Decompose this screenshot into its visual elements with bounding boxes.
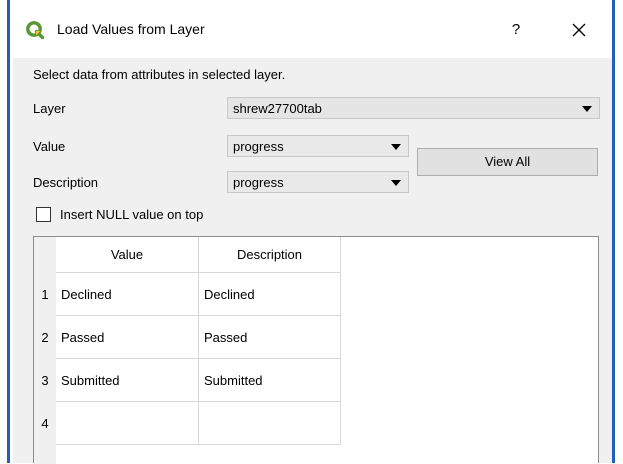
row-number[interactable]: 4 (34, 402, 56, 445)
instruction-text: Select data from attributes in selected … (33, 67, 286, 82)
window-frame-left (0, 0, 10, 463)
qgis-logo-icon (25, 20, 45, 40)
window-title: Load Values from Layer (57, 21, 205, 37)
row-number[interactable]: 2 (34, 316, 56, 359)
window-frame-right (612, 0, 623, 463)
load-values-dialog: Load Values from Layer ? Select data fro… (13, 0, 612, 464)
column-header-description[interactable]: Description (199, 237, 341, 273)
row-number[interactable]: 3 (34, 359, 56, 402)
view-all-button[interactable]: View All (417, 148, 598, 176)
description-cell[interactable] (199, 402, 341, 445)
insert-null-checkbox[interactable] (36, 207, 51, 222)
column-header-value[interactable]: Value (56, 237, 199, 273)
description-selected-value: progress (233, 175, 284, 190)
value-selected-value: progress (233, 139, 284, 154)
value-cell[interactable]: Submitted (56, 359, 199, 402)
row-number[interactable]: 1 (34, 273, 56, 316)
help-button[interactable]: ? (501, 17, 531, 43)
value-cell[interactable]: Declined (56, 273, 199, 316)
table-corner (34, 237, 56, 273)
layer-combobox[interactable]: shrew27700tab (227, 97, 600, 119)
layer-label: Layer (33, 101, 66, 116)
description-cell[interactable]: Submitted (199, 359, 341, 402)
description-cell[interactable]: Passed (199, 316, 341, 359)
values-table: Value Description 1 Declined Declined 2 Pass… (33, 236, 599, 464)
chevron-down-icon (391, 180, 401, 186)
description-cell[interactable]: Declined (199, 273, 341, 316)
chevron-down-icon (391, 144, 401, 150)
close-button[interactable] (562, 15, 596, 45)
insert-null-label[interactable]: Insert NULL value on top (60, 207, 203, 222)
layer-selected-value: shrew27700tab (233, 101, 322, 116)
value-combobox[interactable]: progress (227, 135, 409, 157)
value-cell[interactable] (56, 402, 199, 445)
description-combobox[interactable]: progress (227, 171, 409, 193)
value-cell[interactable]: Passed (56, 316, 199, 359)
value-label: Value (33, 139, 66, 154)
close-icon (572, 23, 586, 37)
chevron-down-icon (582, 106, 592, 112)
description-label: Description (33, 175, 99, 190)
title-bar[interactable]: Load Values from Layer ? (13, 0, 612, 58)
